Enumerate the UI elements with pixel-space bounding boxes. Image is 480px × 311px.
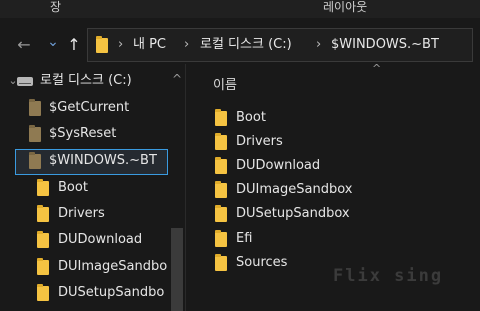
sidebar-item-dusetupsandbox[interactable]: DUSetupSandbo (0, 282, 170, 304)
file-name: DUSetupSandbox (236, 206, 350, 221)
sidebar-item-windows-bt[interactable]: $WINDOWS.~BT (0, 150, 170, 172)
address-bar[interactable]: › 내 PC › 로컬 디스크 (C:) › $WINDOWS.~BT (87, 28, 473, 62)
breadcrumb-separator-icon: › (184, 37, 190, 52)
sidebar-item-label: $WINDOWS.~BT (49, 153, 157, 168)
file-name: DUDownload (236, 158, 321, 173)
drive-icon (17, 77, 33, 86)
sidebar-item-label: Drivers (58, 206, 105, 221)
sidebar-item-sysreset[interactable]: $SysReset (0, 123, 170, 145)
sort-ascending-icon[interactable]: ^ (372, 62, 381, 75)
ribbon-tab-label[interactable]: 장 (50, 0, 61, 14)
breadcrumb-this-pc[interactable]: 내 PC (133, 29, 166, 61)
file-name: Efi (236, 231, 253, 246)
sidebar-item-label: 로컬 디스크 (C:) (40, 73, 132, 88)
folder-icon (37, 231, 49, 248)
up-arrow-icon[interactable]: ↑ (64, 34, 84, 56)
folder-icon (215, 133, 227, 150)
file-name: DUImageSandbox (236, 182, 353, 197)
sidebar-item-label: Boot (58, 180, 88, 195)
sidebar-item-label: DUDownload (58, 232, 143, 247)
sidebar-item-getcurrent[interactable]: $GetCurrent (0, 97, 170, 119)
breadcrumb-separator-icon: › (118, 37, 124, 52)
folder-icon (29, 125, 41, 142)
folder-icon (215, 230, 227, 247)
watermark: Flix sing (333, 266, 444, 286)
folder-icon (37, 258, 49, 275)
folder-icon (29, 99, 41, 116)
folder-icon (29, 152, 41, 169)
sidebar-item-label: DUImageSandbo (58, 259, 168, 274)
column-header-name[interactable]: 이름 (213, 74, 237, 93)
file-name: Sources (236, 255, 288, 270)
folder-icon (215, 254, 227, 271)
sidebar-item-boot[interactable]: Boot (0, 177, 170, 199)
ribbon-strip: 장 레이아웃 (0, 0, 480, 18)
sidebar-item-label: $SysReset (49, 126, 117, 141)
file-name: Boot (236, 110, 266, 125)
file-name: Drivers (236, 134, 283, 149)
folder-icon (37, 179, 49, 196)
folder-icon (37, 205, 49, 222)
sidebar-item-label: DUSetupSandbo (58, 285, 165, 300)
folder-icon (96, 36, 108, 53)
pane-divider[interactable] (185, 64, 186, 311)
sidebar-item-drivers[interactable]: Drivers (0, 203, 170, 225)
sidebar-item-dudownload[interactable]: DUDownload (0, 229, 170, 251)
breadcrumb-windows-bt[interactable]: $WINDOWS.~BT (331, 29, 439, 61)
recent-locations-icon[interactable]: ⌄ (43, 31, 63, 53)
folder-icon (215, 157, 227, 174)
back-arrow-icon[interactable]: ← (14, 34, 34, 56)
folder-icon (215, 205, 227, 222)
breadcrumb-local-disk[interactable]: 로컬 디스크 (C:) (200, 29, 292, 61)
ribbon-layout-label[interactable]: 레이아웃 (323, 0, 367, 14)
chevron-up-icon[interactable]: ^ (172, 72, 182, 86)
sidebar-item-label: $GetCurrent (49, 100, 130, 115)
breadcrumb-separator-icon: › (316, 37, 322, 52)
sidebar-item-local-disk[interactable]: ⌄ 로컬 디스크 (C:) (0, 70, 170, 92)
sidebar-item-duimagesandbox[interactable]: DUImageSandbo (0, 256, 170, 278)
sidebar-scrollbar[interactable] (171, 228, 183, 311)
folder-icon (215, 181, 227, 198)
folder-icon (215, 109, 227, 126)
folder-icon (37, 284, 49, 301)
